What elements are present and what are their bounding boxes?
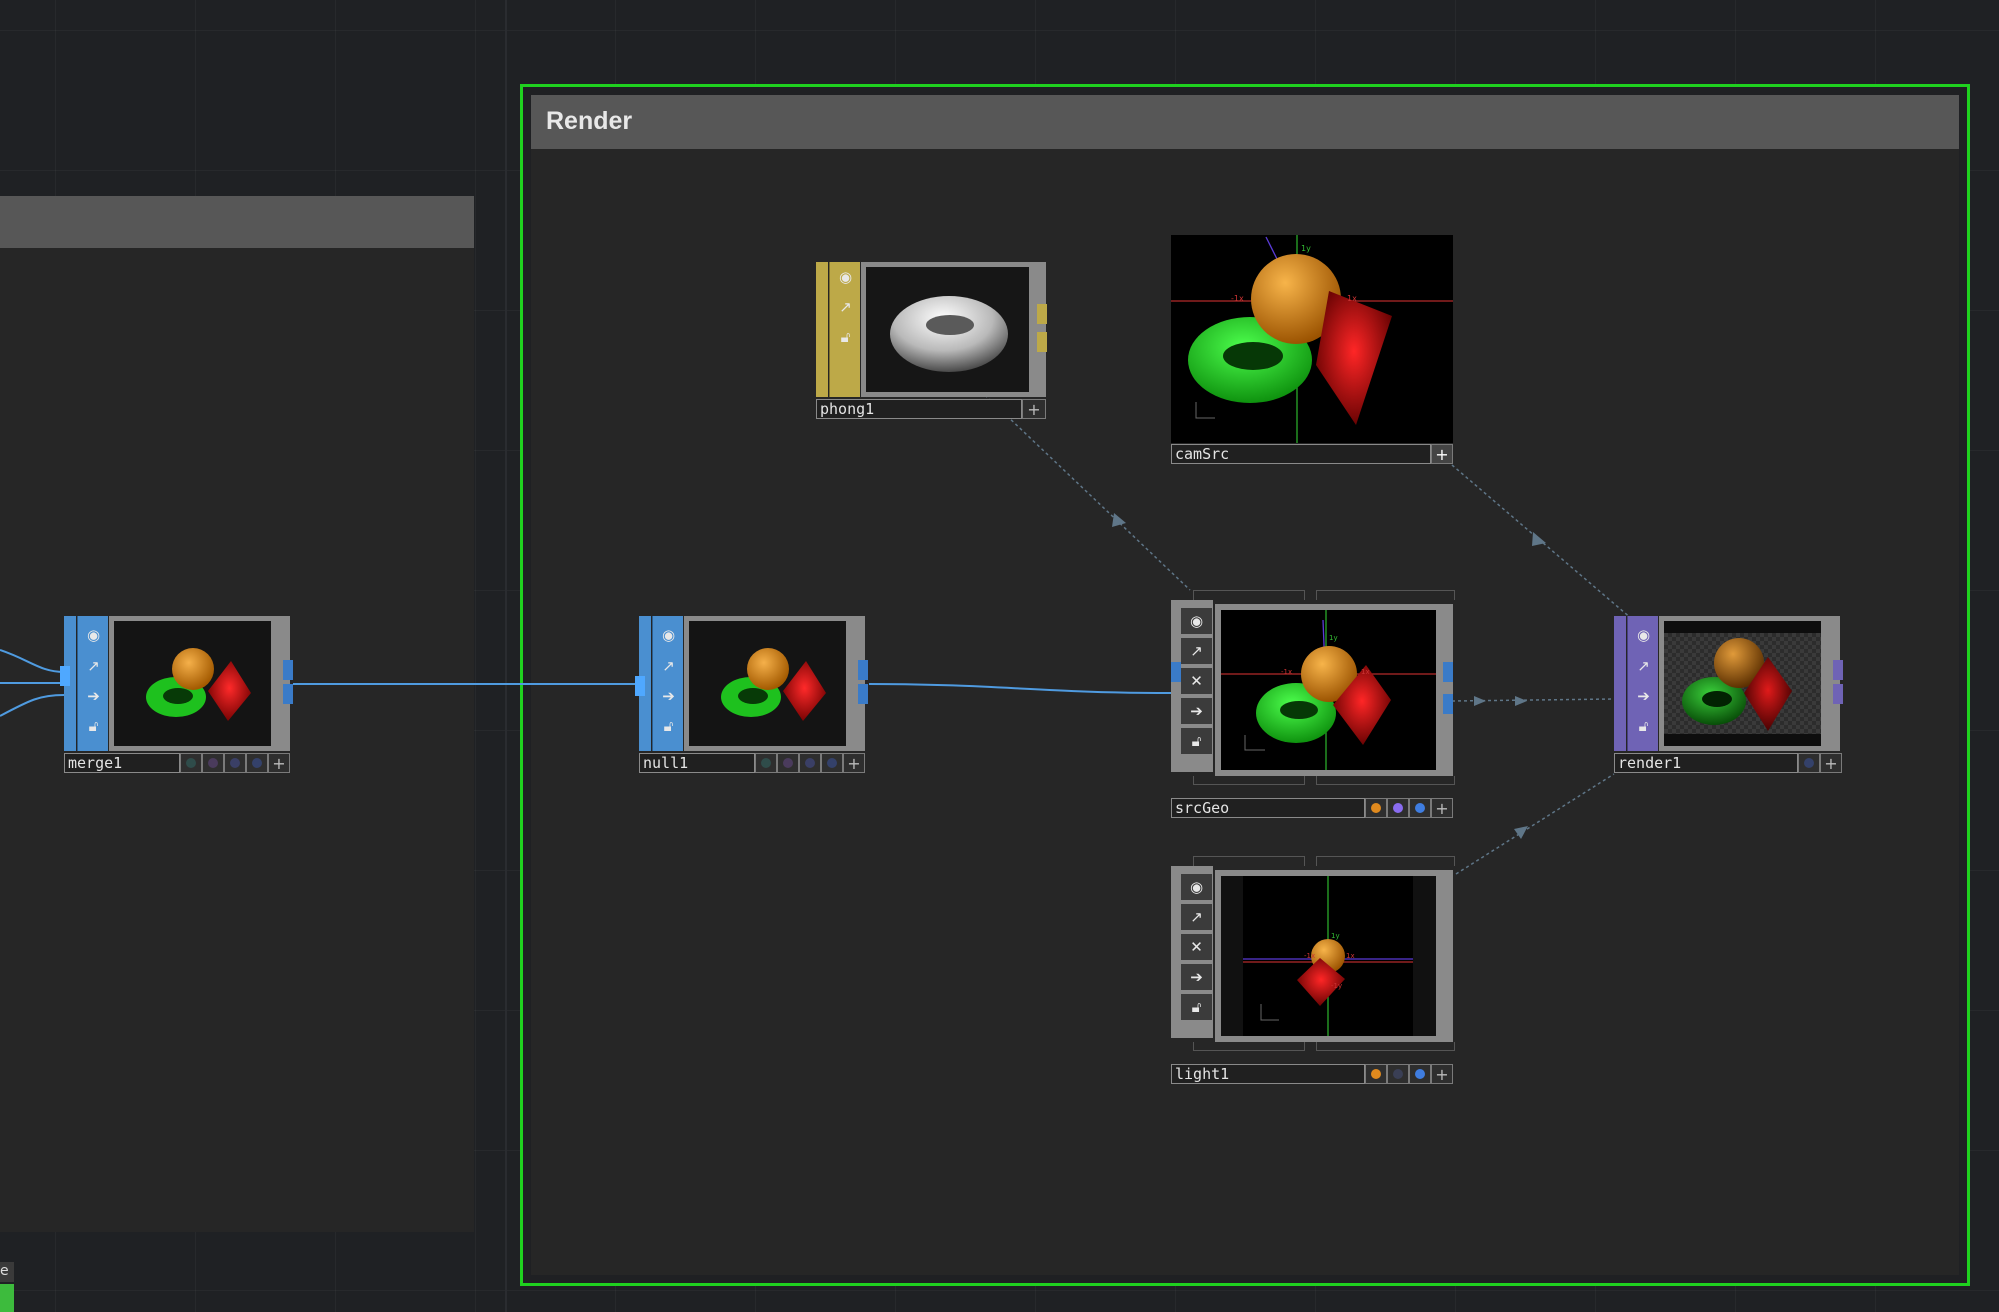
node-viewer-srcGeo[interactable]: -1x 1x 1y	[1215, 604, 1442, 776]
svg-text:-1x: -1x	[1281, 668, 1292, 676]
lock-icon[interactable]: 🔓︎	[830, 324, 861, 350]
node-camSrc[interactable]: -1x 1x 1y camSrc +	[1171, 235, 1453, 467]
node-name-light1[interactable]: light1	[1171, 1064, 1365, 1084]
flag-instance-light1[interactable]	[1387, 1064, 1409, 1084]
viewer-toggle-icon[interactable]: ◉	[78, 622, 109, 648]
add-node-icon[interactable]: +	[843, 753, 865, 773]
corner-status-indicator	[0, 1284, 14, 1312]
export-icon[interactable]: ↗	[653, 653, 684, 679]
add-node-icon[interactable]: +	[1431, 444, 1453, 464]
node-name-phong1[interactable]: phong1	[816, 399, 1022, 419]
svg-text:1x: 1x	[1346, 952, 1355, 960]
material-preview	[866, 267, 1029, 392]
flag-display-merge1[interactable]	[224, 753, 246, 773]
geometry-viewer-preview: -1x 1x 1y	[1221, 610, 1436, 770]
lock-icon[interactable]: 🔓︎	[1181, 728, 1212, 754]
node-render1[interactable]: ◉ ↗ ➔ 🔓︎ render1 +	[1614, 616, 1844, 776]
flag-display-render1[interactable]	[1798, 753, 1820, 773]
node-viewer-merge1[interactable]	[109, 616, 276, 751]
wire-arrow-srcgeo-a	[1474, 696, 1486, 706]
node-name-merge1[interactable]: merge1	[64, 753, 180, 773]
lock-icon[interactable]: 🔓︎	[653, 713, 684, 739]
wire-arrow-phong1	[1112, 513, 1126, 527]
wire-light1-render1	[1455, 773, 1615, 875]
wire-merge1-input-a	[0, 649, 65, 673]
svg-text:1x: 1x	[1347, 294, 1357, 303]
add-node-icon[interactable]: +	[268, 753, 290, 773]
svg-text:-1y: -1y	[1331, 982, 1342, 990]
flag-render-light1[interactable]	[1365, 1064, 1387, 1084]
flag-instance-merge1[interactable]	[202, 753, 224, 773]
viewer-toggle-icon[interactable]: ◉	[1628, 622, 1659, 648]
node-viewer-null1[interactable]	[684, 616, 851, 751]
wire-arrow-light1	[1514, 826, 1528, 839]
wire-arrow-srcgeo-b	[1515, 696, 1527, 706]
corner-tag[interactable]: e	[0, 1262, 14, 1282]
flag-render-merge1[interactable]	[180, 753, 202, 773]
viewer-toggle-icon[interactable]: ◉	[1181, 608, 1212, 634]
node-name-null1[interactable]: null1	[639, 753, 755, 773]
pass-through-icon[interactable]: ➔	[1181, 698, 1212, 724]
scene-preview	[114, 621, 271, 746]
svg-text:-1x: -1x	[1231, 294, 1244, 303]
node-viewer-phong1[interactable]	[861, 262, 1034, 397]
node-viewer-light1[interactable]: -1x 1x 1y -1y	[1215, 870, 1442, 1042]
flag-display-light1[interactable]	[1409, 1064, 1431, 1084]
node-name-srcGeo[interactable]: srcGeo	[1171, 798, 1365, 818]
svg-text:-1x: -1x	[1304, 952, 1315, 960]
node-name-render1[interactable]: render1	[1614, 753, 1798, 773]
wire-phong1-srcgeo	[984, 394, 1191, 591]
flag-render-srcGeo[interactable]	[1365, 798, 1387, 818]
svg-text:1y: 1y	[1329, 634, 1338, 642]
svg-text:1y: 1y	[1301, 244, 1311, 253]
scene-preview	[689, 621, 846, 746]
flag-display-null1[interactable]	[799, 753, 821, 773]
wire-merge1-input-c	[0, 694, 65, 717]
light-view-preview: -1x 1x 1y -1y	[1221, 876, 1436, 1036]
wire-null1-srcgeo	[868, 683, 1173, 694]
viewer-toggle-icon[interactable]: ◉	[1181, 874, 1212, 900]
bypass-icon[interactable]: ✕	[1181, 668, 1212, 694]
pass-through-icon[interactable]: ➔	[1181, 964, 1212, 990]
flag-template-merge1[interactable]	[246, 753, 268, 773]
lock-icon[interactable]: 🔓︎	[1628, 713, 1659, 739]
flag-instance-srcGeo[interactable]	[1387, 798, 1409, 818]
node-merge1[interactable]: ◉ ↗ ➔ 🔓︎ merge1 +	[60, 616, 294, 776]
node-name-camSrc[interactable]: camSrc	[1171, 444, 1431, 464]
flag-render-null1[interactable]	[755, 753, 777, 773]
flag-instance-null1[interactable]	[777, 753, 799, 773]
node-null1[interactable]: ◉ ↗ ➔ 🔓︎ null1 +	[635, 616, 869, 776]
flag-display-srcGeo[interactable]	[1409, 798, 1431, 818]
export-icon[interactable]: ↗	[1181, 904, 1212, 930]
add-node-icon[interactable]: +	[1431, 1064, 1453, 1084]
lock-icon[interactable]: 🔓︎	[1181, 994, 1212, 1020]
pass-through-icon[interactable]: ➔	[78, 683, 109, 709]
export-icon[interactable]: ↗	[1181, 638, 1212, 664]
node-light1[interactable]: ◉ ↗ ✕ ➔ 🔓︎ -1x 1x 1y -1y light1 +	[1171, 856, 1455, 1086]
export-icon[interactable]: ↗	[830, 294, 861, 320]
viewer-toggle-icon[interactable]: ◉	[653, 622, 684, 648]
flag-template-null1[interactable]	[821, 753, 843, 773]
svg-text:1y: 1y	[1331, 932, 1340, 940]
export-icon[interactable]: ↗	[1628, 653, 1659, 679]
node-viewer-camSrc[interactable]: -1x 1x 1y	[1171, 235, 1453, 443]
node-phong1[interactable]: ◉ ↗ 🔓︎ phong1 +	[816, 262, 1047, 422]
svg-text:1x: 1x	[1361, 668, 1370, 676]
export-icon[interactable]: ↗	[78, 653, 109, 679]
bypass-icon[interactable]: ✕	[1181, 934, 1212, 960]
camera-view-preview: -1x 1x 1y	[1171, 235, 1453, 443]
viewer-toggle-icon[interactable]: ◉	[830, 264, 861, 290]
add-node-icon[interactable]: +	[1022, 399, 1046, 419]
lock-icon[interactable]: 🔓︎	[78, 713, 109, 739]
render-preview	[1664, 621, 1821, 746]
pass-through-icon[interactable]: ➔	[1628, 683, 1659, 709]
add-node-icon[interactable]: +	[1431, 798, 1453, 818]
node-viewer-render1[interactable]	[1659, 616, 1826, 751]
node-srcGeo[interactable]: ◉ ↗ ✕ ➔ 🔓︎ -1x 1x 1y srcGeo +	[1171, 590, 1455, 820]
add-node-icon[interactable]: +	[1820, 753, 1842, 773]
pass-through-icon[interactable]: ➔	[653, 683, 684, 709]
